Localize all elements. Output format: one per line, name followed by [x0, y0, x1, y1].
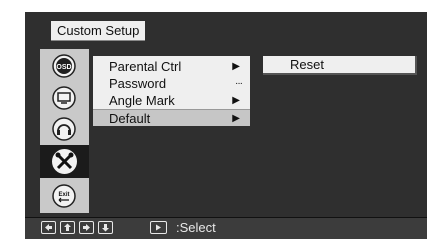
- left-arrow-key-icon: [41, 221, 56, 234]
- tools-icon: [52, 149, 77, 174]
- headphone-icon: [52, 117, 76, 141]
- menu-item-label: Parental Ctrl: [109, 59, 182, 74]
- menu-item-angle-mark[interactable]: Angle Mark ▶: [93, 92, 250, 109]
- osd-icon: OSD: [52, 54, 76, 78]
- arrow-right-icon: ▶: [232, 113, 240, 124]
- ellipsis-icon: ···: [235, 78, 243, 89]
- sidebar-item-audio[interactable]: [48, 116, 80, 142]
- menu-item-password[interactable]: Password ···: [93, 75, 250, 92]
- osd-window: Custom Setup OSD Exit Parental Ctrl ▶ Pa…: [25, 12, 427, 239]
- footer-bar: :Select: [25, 217, 427, 239]
- sidebar-item-tv[interactable]: [48, 85, 80, 111]
- up-arrow-key-icon: [60, 221, 75, 234]
- select-hint: :Select: [176, 220, 216, 235]
- svg-text:Exit: Exit: [58, 192, 69, 198]
- menu-item-label: Angle Mark: [109, 93, 175, 108]
- tv-icon: [52, 86, 76, 110]
- sidebar-item-custom-setup[interactable]: [40, 145, 89, 178]
- reset-label: Reset: [290, 57, 324, 72]
- exit-icon: Exit: [52, 184, 76, 208]
- arrow-right-icon: ▶: [232, 95, 240, 106]
- sidebar-item-osd[interactable]: OSD: [48, 53, 80, 79]
- play-key-icon: [150, 221, 167, 234]
- menu-item-label: Default: [109, 111, 151, 126]
- page-title: Custom Setup: [51, 21, 146, 41]
- menu-item-parental-ctrl[interactable]: Parental Ctrl ▶: [93, 58, 250, 75]
- down-arrow-key-icon: [98, 221, 113, 234]
- right-arrow-key-icon: [79, 221, 94, 234]
- sidebar: OSD Exit: [40, 49, 89, 213]
- sidebar-item-exit[interactable]: Exit: [48, 183, 80, 209]
- svg-text:OSD: OSD: [56, 64, 71, 71]
- menu-item-label: Password: [109, 76, 167, 91]
- menu-item-default[interactable]: Default ▶: [93, 109, 250, 126]
- reset-button[interactable]: Reset: [263, 56, 417, 75]
- arrow-right-icon: ▶: [232, 61, 240, 72]
- custom-setup-menu: Parental Ctrl ▶ Password ··· Angle Mark …: [93, 56, 250, 126]
